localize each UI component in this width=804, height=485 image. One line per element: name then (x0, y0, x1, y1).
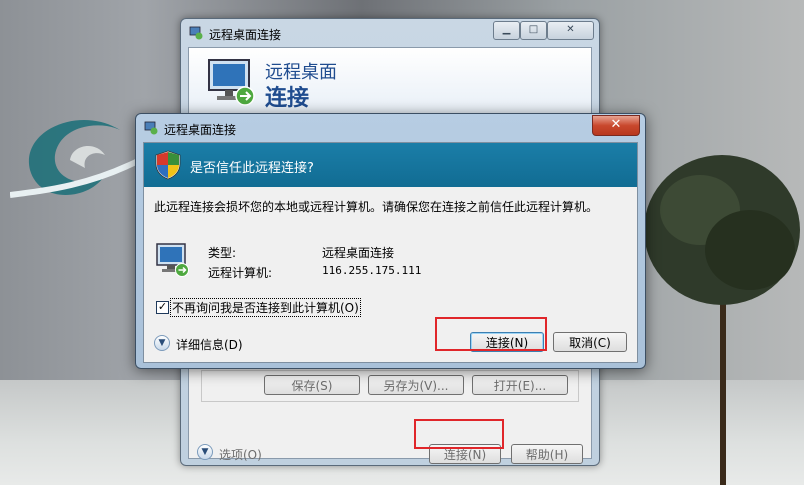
remote-computer-icon (156, 243, 189, 277)
remote-desktop-app-icon (189, 26, 203, 40)
type-label: 类型: (208, 246, 237, 260)
dialog-content: 是否信任此远程连接? 此远程连接会损坏您的本地或远程计算机。请确保您在连接之前信… (143, 142, 638, 363)
details-label[interactable]: 详细信息(D) (176, 336, 243, 353)
remote-computer-label: 远程计算机: (208, 266, 273, 280)
background-plant-image (644, 155, 800, 485)
options-label[interactable]: 选项(O) (219, 446, 262, 463)
dont-ask-again-checkbox[interactable]: ✓ (156, 301, 169, 314)
highlight-box-connect-back (414, 419, 504, 449)
open-button[interactable]: 打开(E)... (472, 375, 568, 395)
header-title-line2: 连接 (265, 86, 310, 111)
save-as-button[interactable]: 另存为(V)... (368, 375, 464, 395)
options-expand-icon[interactable]: ▼ (197, 444, 213, 460)
maximize-button[interactable]: □ (520, 21, 547, 40)
details-expand-icon[interactable]: ▼ (154, 335, 170, 351)
window-header: 远程桌面 连接 (189, 48, 591, 120)
dialog-title: 远程桌面连接 (164, 123, 237, 137)
save-button[interactable]: 保存(S) (264, 375, 360, 395)
minimize-button[interactable]: ▁ (493, 21, 520, 40)
warning-message: 此远程连接会损坏您的本地或远程计算机。请确保您在连接之前信任此远程计算机。 (154, 200, 599, 214)
connection-settings-group: 保存(S) 另存为(V)... 打开(E)... (201, 370, 579, 402)
close-button[interactable]: ✕ (547, 21, 594, 40)
remote-desktop-app-icon (144, 121, 158, 135)
window-title: 远程桌面连接 (209, 28, 282, 42)
dialog-cancel-button[interactable]: 取消(C) (553, 332, 627, 352)
title-bar: 远程桌面连接 ▁ □ ✕ (181, 19, 599, 47)
security-banner: 是否信任此远程连接? (144, 143, 637, 187)
trust-remote-connection-dialog: 远程桌面连接 ✕ 是否信任此远程连接? 此远程连接会损坏您的本地或远程计算机。请… (135, 113, 646, 369)
dialog-close-button[interactable]: ✕ (592, 115, 640, 136)
banner-question: 是否信任此远程连接? (190, 161, 314, 176)
type-value: 远程桌面连接 (322, 246, 395, 260)
highlight-box-connect-dialog (435, 317, 547, 351)
remote-computer-value: 116.255.175.111 (322, 264, 422, 277)
monitor-icon (208, 59, 255, 106)
security-shield-icon (155, 150, 181, 180)
dont-ask-again-label[interactable]: 不再询问我是否连接到此计算机(O) (170, 298, 361, 317)
help-button[interactable]: 帮助(H) (511, 444, 583, 464)
